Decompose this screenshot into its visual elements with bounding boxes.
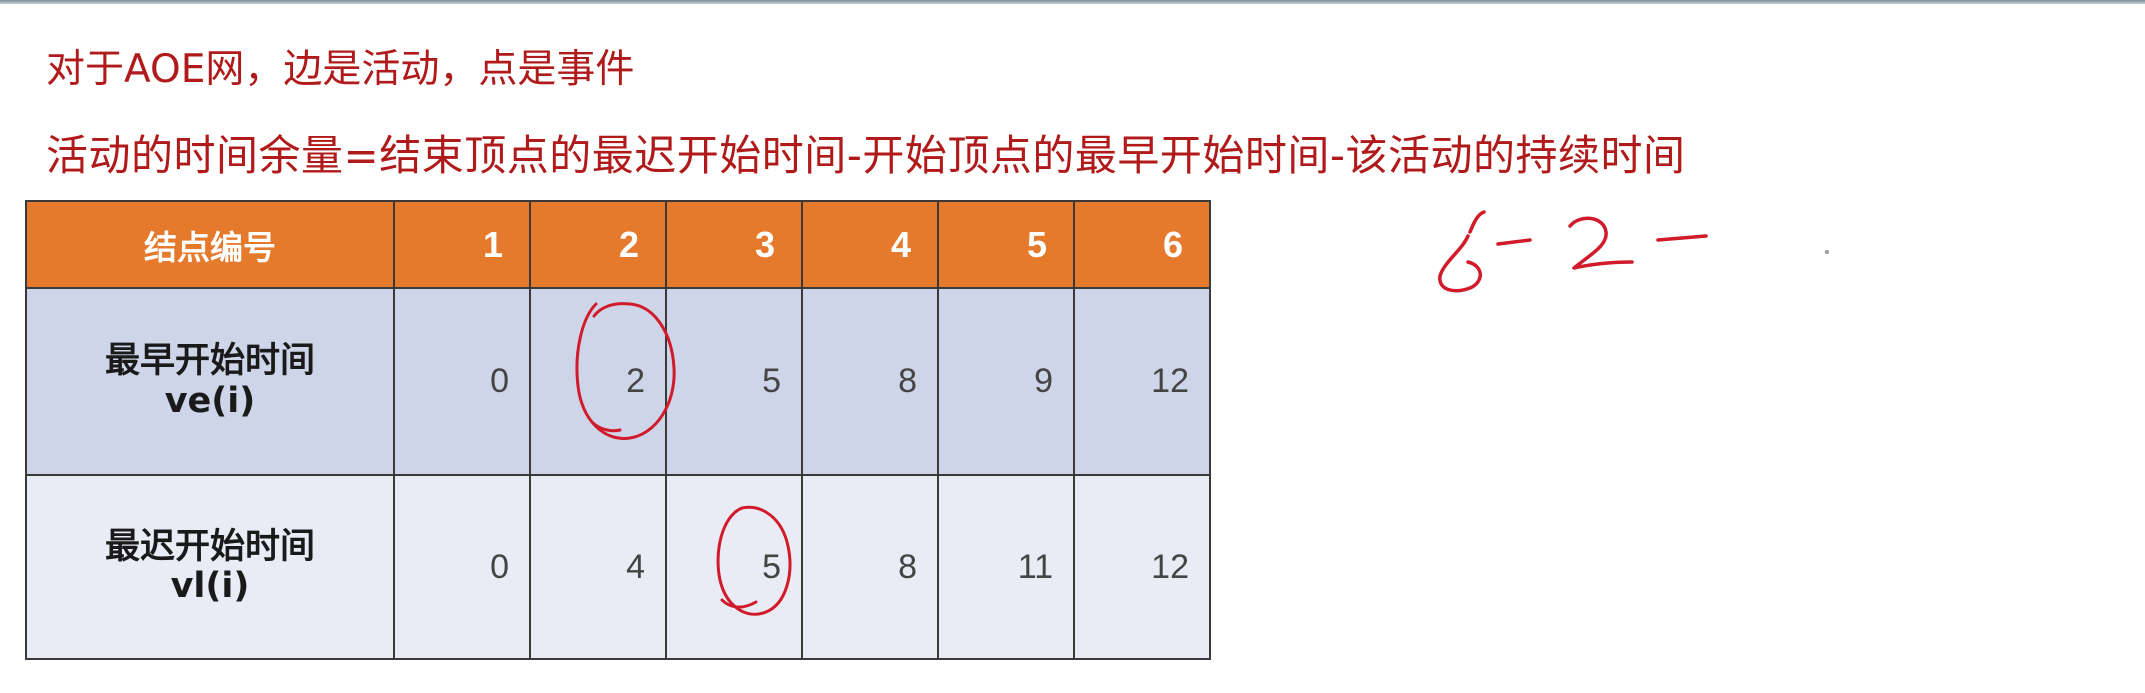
handwritten-dash-2 [1656, 234, 1708, 242]
ink-dot [1825, 250, 1829, 254]
circle-mark-ve2 [575, 302, 676, 440]
handwritten-five [1438, 210, 1486, 293]
handwritten-dash-1 [1496, 238, 1532, 246]
handwritten-two [1568, 216, 1634, 270]
circle-mark-vl3 [716, 505, 792, 616]
handwriting-layer [575, 210, 1829, 616]
